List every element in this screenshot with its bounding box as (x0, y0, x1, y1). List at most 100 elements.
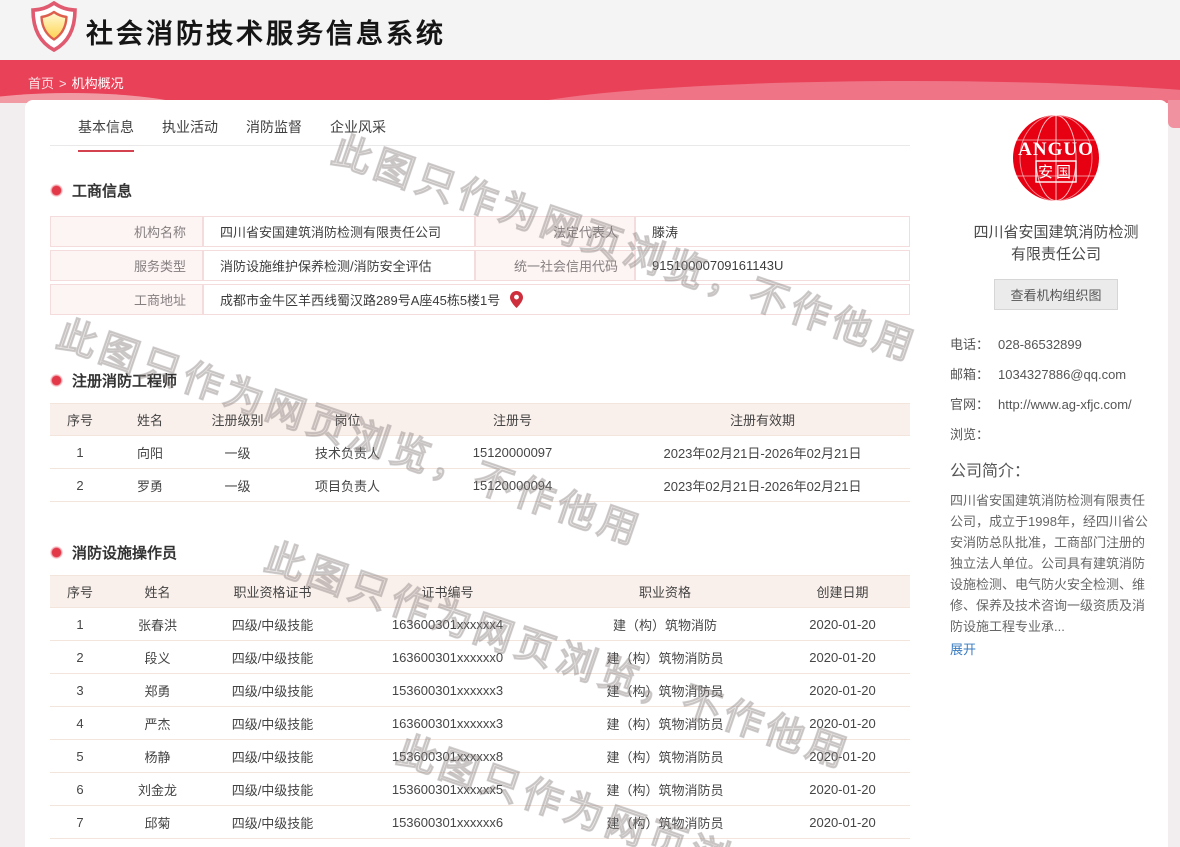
cell-level: 一级 (190, 436, 285, 469)
company-name-line1: 四川省安国建筑消防检测 (950, 222, 1162, 244)
cell-cert: 四级/中级技能 (205, 773, 340, 806)
table-row: 4 严杰 四级/中级技能 163600301xxxxxx3 建（构）筑物消防员 … (50, 707, 910, 740)
cell-create-date: 2020-01-20 (775, 674, 910, 707)
page: 社会消防技术服务信息系统 首页 > 机构概况 基本信息 执业活动 消防监督 企业风采… (0, 0, 1180, 847)
cell-cert: 四级/中级技能 (205, 641, 340, 674)
table-row: 3 郑勇 四级/中级技能 153600301xxxxxx3 建（构）筑物消防员 … (50, 674, 910, 707)
content-card: 基本信息 执业活动 消防监督 企业风采 工商信息 机构名称 四川省安国建筑消防检… (25, 100, 1168, 847)
page-title: 社会消防技术服务信息系统 (86, 12, 446, 51)
red-dot-icon (50, 184, 63, 197)
contact-info: 电话： 028-86532899 邮箱： 1034327886@qq.com 官… (950, 334, 1162, 445)
shield-icon (30, 1, 78, 53)
cell-cert-no: 153600301xxxxxx8 (340, 740, 555, 773)
cell-reg-no: 15120000097 (410, 436, 615, 469)
table-row: 2 罗勇 一级 项目负责人 15120000094 2023年02月21日-20… (50, 469, 910, 502)
breadcrumb: 首页 > 机构概况 (28, 73, 124, 92)
breadcrumb-current: 机构概况 (72, 76, 124, 91)
company-name-line2: 有限责任公司 (950, 244, 1162, 266)
col-header-name: 姓名 (110, 576, 205, 608)
tab-basic-info[interactable]: 基本信息 (78, 114, 134, 145)
cell-qualification: 建（构）筑物消防员 (555, 674, 775, 707)
operators-table-header: 序号 姓名 职业资格证书 证书编号 职业资格 创建日期 (50, 576, 910, 608)
table-row: 机构名称 四川省安国建筑消防检测有限责任公司 法定代表人 滕涛 (50, 216, 910, 247)
col-header-create-date: 创建日期 (775, 576, 910, 608)
org-name-value: 四川省安国建筑消防检测有限责任公司 (203, 216, 475, 247)
credit-code-label: 统一社会信用代码 (475, 250, 635, 281)
sidebar-company-name: 四川省安国建筑消防检测 有限责任公司 (950, 222, 1162, 266)
section-title-business-info: 工商信息 (50, 180, 910, 201)
expand-link[interactable]: 展开 (950, 639, 976, 658)
breadcrumb-separator: > (59, 76, 67, 91)
tab-practice-activity[interactable]: 执业活动 (162, 114, 218, 145)
cell-reg-no: 15120000094 (410, 469, 615, 502)
cell-level: 一级 (190, 469, 285, 502)
cell-qualification: 建（构）筑物消防员 (555, 773, 775, 806)
cell-seq: 7 (50, 806, 110, 839)
col-header-seq: 序号 (50, 404, 110, 436)
cell-cert-no: 153600301xxxxxx5 (340, 773, 555, 806)
table-row: 工商地址 成都市金牛区羊西线蜀汉路289号A座45栋5楼1号 (50, 284, 910, 315)
cell-cert-no: 163600301xxxxxx3 (340, 707, 555, 740)
table-row: 6 刘金龙 四级/中级技能 153600301xxxxxx5 建（构）筑物消防员… (50, 773, 910, 806)
table-row: 2 段义 四级/中级技能 163600301xxxxxx0 建（构）筑物消防员 … (50, 641, 910, 674)
cell-seq: 1 (50, 608, 110, 641)
section-title-text: 消防设施操作员 (72, 542, 177, 563)
tab-fire-supervision[interactable]: 消防监督 (246, 114, 302, 145)
cell-cert: 四级/中级技能 (205, 674, 340, 707)
phone-value: 028-86532899 (998, 334, 1158, 355)
col-header-cert: 职业资格证书 (205, 576, 340, 608)
cell-name: 刘金龙 (110, 773, 205, 806)
cell-create-date: 2020-01-20 (775, 608, 910, 641)
cell-qualification: 建（构）筑物消防员 (555, 641, 775, 674)
cell-create-date: 2020-01-20 (775, 641, 910, 674)
table-row: 服务类型 消防设施维护保养检测/消防安全评估 统一社会信用代码 91510000… (50, 250, 910, 281)
cell-validity: 2023年02月21日-2026年02月21日 (615, 469, 910, 502)
table-row: 1 向阳 一级 技术负责人 15120000097 2023年02月21日-20… (50, 436, 910, 469)
website-value: http://www.ag-xfjc.com/ (998, 394, 1158, 415)
cell-name: 杨静 (110, 740, 205, 773)
cell-seq: 2 (50, 469, 110, 502)
email-value: 1034327886@qq.com (998, 364, 1158, 385)
engineers-table-header: 序号 姓名 注册级别 岗位 注册号 注册有效期 (50, 404, 910, 436)
engineers-table-body: 1 向阳 一级 技术负责人 15120000097 2023年02月21日-20… (50, 436, 910, 502)
col-header-cert-no: 证书编号 (340, 576, 555, 608)
cell-create-date: 2020-01-20 (775, 773, 910, 806)
contact-row-email: 邮箱： 1034327886@qq.com (950, 364, 1162, 385)
cell-post: 技术负责人 (285, 436, 410, 469)
address-label: 工商地址 (50, 284, 203, 315)
table-row: 7 邱菊 四级/中级技能 153600301xxxxxx6 建（构）筑物消防员 … (50, 806, 910, 839)
section-title-text: 工商信息 (72, 180, 132, 201)
cell-cert-no: 153600301xxxxxx3 (340, 674, 555, 707)
col-header-name: 姓名 (110, 404, 190, 436)
section-title-text: 注册消防工程师 (72, 370, 177, 391)
header-row: 序号 姓名 注册级别 岗位 注册号 注册有效期 (50, 404, 910, 436)
phone-label: 电话： (950, 334, 998, 355)
contact-row-website: 官网： http://www.ag-xfjc.com/ (950, 394, 1162, 415)
red-dot-icon (50, 546, 63, 559)
cell-qualification: 建（构）筑物消防员 (555, 740, 775, 773)
cell-name: 郑勇 (110, 674, 205, 707)
legal-rep-label: 法定代表人 (475, 216, 635, 247)
col-header-level: 注册级别 (190, 404, 285, 436)
cell-name: 严杰 (110, 707, 205, 740)
engineers-table: 序号 姓名 注册级别 岗位 注册号 注册有效期 1 向阳 一级 技术负 (50, 403, 910, 502)
cell-seq: 5 (50, 740, 110, 773)
breadcrumb-home-link[interactable]: 首页 (28, 76, 54, 91)
cell-seq: 2 (50, 641, 110, 674)
view-org-chart-button[interactable]: 查看机构组织图 (994, 279, 1117, 310)
address-value: 成都市金牛区羊西线蜀汉路289号A座45栋5楼1号 (203, 284, 910, 315)
company-profile-title: 公司简介： (950, 457, 1162, 481)
location-pin-icon[interactable] (510, 291, 523, 308)
cell-cert-no: 163600301xxxxxx4 (340, 608, 555, 641)
tab-company-showcase[interactable]: 企业风采 (330, 114, 386, 145)
band-corner-decoration (1168, 100, 1180, 128)
cell-cert: 四级/中级技能 (205, 608, 340, 641)
tab-bar: 基本信息 执业活动 消防监督 企业风采 (50, 114, 910, 146)
org-name-label: 机构名称 (50, 216, 203, 247)
service-type-label: 服务类型 (50, 250, 203, 281)
col-header-qualification: 职业资格 (555, 576, 775, 608)
col-header-seq: 序号 (50, 576, 110, 608)
section-title-operators: 消防设施操作员 (50, 542, 910, 563)
service-type-value: 消防设施维护保养检测/消防安全评估 (203, 250, 475, 281)
cell-post: 项目负责人 (285, 469, 410, 502)
